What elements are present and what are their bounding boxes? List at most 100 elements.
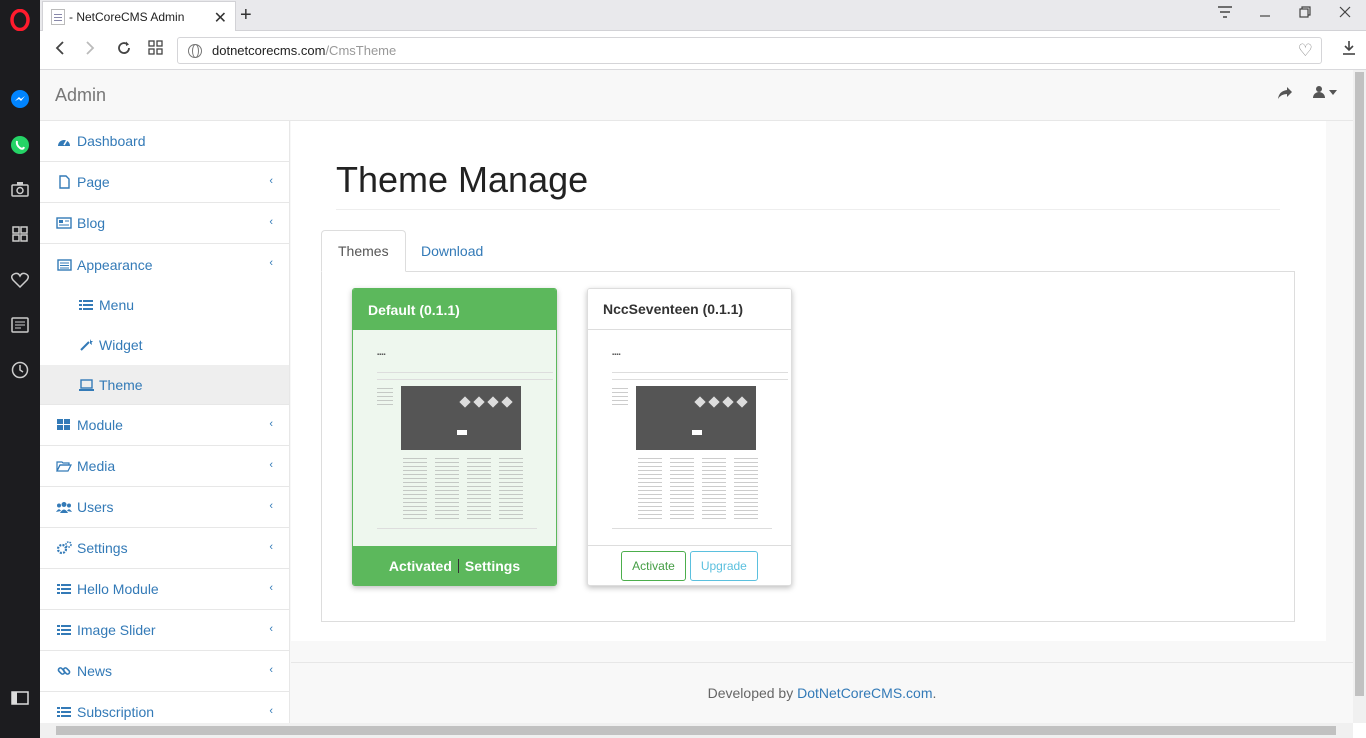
camera-icon[interactable] <box>8 177 32 201</box>
news-icon[interactable] <box>8 313 32 337</box>
activate-button[interactable]: Activate <box>621 551 686 581</box>
url-path: /CmsTheme <box>325 43 397 58</box>
preview-diamond <box>736 396 748 408</box>
chevron-left-icon: ‹ <box>269 175 273 187</box>
vertical-scrollbar[interactable] <box>1353 70 1366 723</box>
title-divider <box>336 209 1280 210</box>
sidebar-item-label: Appearance <box>77 256 153 273</box>
sidebar-item-hello-module[interactable]: Hello Module ‹ <box>40 569 289 610</box>
sidebar-item-label: Page <box>77 174 110 190</box>
theme-card-footer: Activate Upgrade <box>588 546 791 585</box>
close-tab-icon[interactable]: ✕ <box>214 8 227 28</box>
preview-column <box>670 455 694 520</box>
settings-link[interactable]: Settings <box>465 558 520 574</box>
chevron-left-icon: ‹ <box>269 418 273 430</box>
sidebar-item-page[interactable]: Page ‹ <box>40 162 289 203</box>
preview-nav <box>612 372 788 380</box>
chevron-left-icon: ‹ <box>269 459 273 471</box>
sidebar-item-image-slider[interactable]: Image Slider ‹ <box>40 610 289 651</box>
sidebar-subitem-widget[interactable]: Widget <box>40 325 289 365</box>
caret-down-icon <box>1329 89 1337 95</box>
sidebar-item-news[interactable]: News ‹ <box>40 651 289 692</box>
laptop-icon <box>78 378 94 392</box>
back-icon[interactable] <box>54 40 66 61</box>
list-icon <box>78 298 94 312</box>
preview-column <box>499 455 523 520</box>
theme-preview-image: ▪▪▪▪ <box>353 330 556 546</box>
preview-columns <box>403 455 523 520</box>
theme-card-nccseventeen: NccSeventeen (0.1.1) ▪▪▪▪ Activate Upgra… <box>587 288 792 586</box>
sidebar-item-label: News <box>77 663 113 679</box>
scrollbar-thumb[interactable] <box>56 726 1336 735</box>
sidebar-item-label: Hello Module <box>77 581 159 597</box>
preview-banner <box>401 386 521 450</box>
sidebar-subitem-theme[interactable]: Theme <box>40 365 289 405</box>
preview-button <box>457 430 467 435</box>
sidebar-item-users[interactable]: Users ‹ <box>40 487 289 528</box>
preview-column <box>702 455 726 520</box>
chevron-left-icon: ‹ <box>269 623 273 635</box>
page-viewport: Admin Dashboard Page ‹ Blog ‹ Appearance… <box>40 70 1353 723</box>
scrollbar-thumb[interactable] <box>1355 72 1364 696</box>
chevron-left-icon: ‹ <box>269 216 273 228</box>
sidebar-item-media[interactable]: Media ‹ <box>40 446 289 487</box>
sidebar-item-blog[interactable]: Blog ‹ <box>40 203 289 244</box>
top-navbar: Admin <box>40 70 1353 121</box>
url-field[interactable]: dotnetcorecms.com /CmsTheme ♡ <box>177 37 1322 64</box>
preview-diamond <box>487 396 499 408</box>
user-menu[interactable] <box>1313 86 1337 98</box>
preview-column <box>467 455 491 520</box>
address-bar: dotnetcorecms.com /CmsTheme ♡ <box>40 31 1366 70</box>
sidebar-item-label: Widget <box>99 337 143 353</box>
preview-diamond <box>708 396 720 408</box>
sidebar-toggle-icon[interactable] <box>8 686 32 710</box>
brand-title[interactable]: Admin <box>55 85 106 106</box>
sidebar-item-dashboard[interactable]: Dashboard <box>40 121 289 162</box>
newspaper-icon <box>56 216 72 230</box>
browser-tab[interactable]: - NetCoreCMS Admin ✕ <box>42 1 236 31</box>
speed-dial-icon[interactable] <box>8 222 32 246</box>
reload-icon[interactable] <box>116 40 132 61</box>
sidebar-item-settings[interactable]: Settings ‹ <box>40 528 289 569</box>
share-icon[interactable] <box>1277 84 1293 105</box>
sidebar-item-appearance[interactable]: Appearance ‹ <box>40 244 289 285</box>
main-content: Theme Manage Themes Download Default (0.… <box>291 121 1326 641</box>
tab-download[interactable]: Download <box>405 230 499 272</box>
dashboard-icon <box>56 134 72 148</box>
opera-logo-icon[interactable] <box>8 8 32 32</box>
forward-icon[interactable] <box>84 40 96 61</box>
sidebar-item-module[interactable]: Module ‹ <box>40 405 289 446</box>
preview-footer <box>612 528 772 529</box>
tab-themes[interactable]: Themes <box>321 230 406 272</box>
minimize-icon[interactable] <box>1258 5 1272 24</box>
new-tab-icon[interactable]: + <box>240 4 252 27</box>
upgrade-button[interactable]: Upgrade <box>689 551 758 581</box>
preview-column <box>403 455 427 520</box>
preview-column <box>638 455 662 520</box>
separator <box>457 559 459 573</box>
preview-sidebar <box>612 385 628 405</box>
theme-tabs: Themes Download <box>321 230 1295 272</box>
whatsapp-icon[interactable] <box>8 133 32 157</box>
bookmark-heart-icon[interactable]: ♡ <box>1298 41 1313 61</box>
sidebar-item-subscription[interactable]: Subscription ‹ <box>40 692 289 723</box>
chevron-left-icon: ‹ <box>269 705 273 717</box>
tabs-grid-icon[interactable] <box>148 40 163 60</box>
th-large-icon <box>56 418 72 432</box>
tab-title: - NetCoreCMS Admin <box>69 9 185 24</box>
heart-icon[interactable] <box>8 268 32 292</box>
restore-icon[interactable] <box>1298 5 1312 24</box>
sidebar-subitem-menu[interactable]: Menu <box>40 285 289 325</box>
opera-sidebar <box>0 0 40 738</box>
horizontal-scrollbar[interactable] <box>40 723 1353 738</box>
sidebar-nav: Dashboard Page ‹ Blog ‹ Appearance ‹ Men… <box>40 121 290 723</box>
footer-link[interactable]: DotNetCoreCMS.com <box>797 685 932 701</box>
close-window-icon[interactable] <box>1338 5 1352 24</box>
magic-icon <box>78 338 94 352</box>
download-icon[interactable] <box>1342 40 1356 61</box>
preview-diamond <box>722 396 734 408</box>
messenger-icon[interactable] <box>8 87 32 111</box>
theme-preview-image: ▪▪▪▪ <box>588 330 791 546</box>
tab-menu-icon[interactable] <box>1217 5 1233 24</box>
history-icon[interactable] <box>8 358 32 382</box>
